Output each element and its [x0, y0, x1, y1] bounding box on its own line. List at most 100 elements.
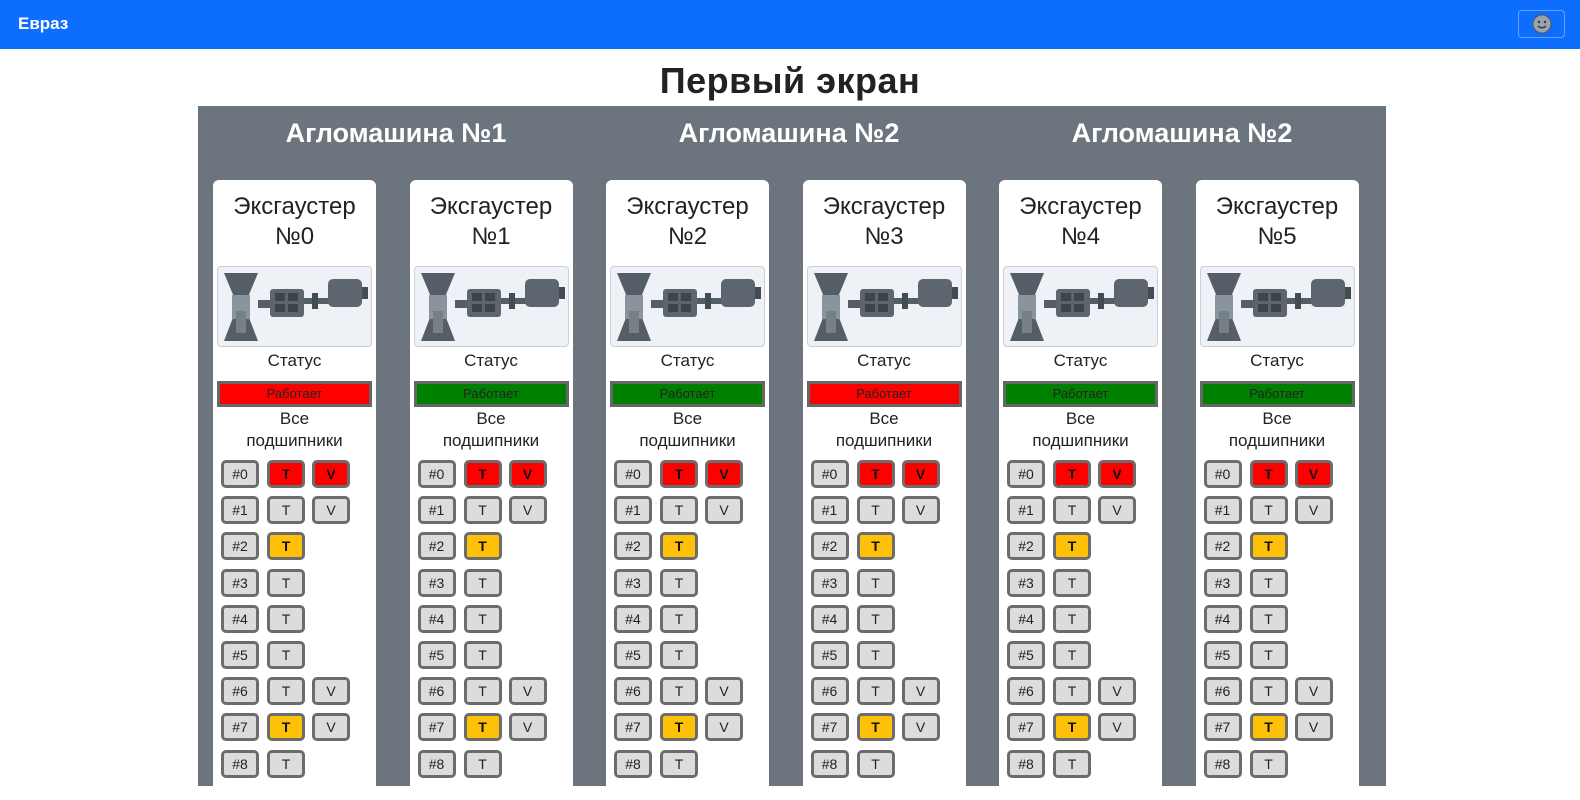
temperature-button[interactable]: T: [1053, 713, 1091, 742]
bearing-number-button[interactable]: #3: [417, 568, 456, 597]
temperature-button[interactable]: T: [463, 640, 502, 669]
vibration-button[interactable]: V: [1294, 496, 1333, 525]
temperature-button[interactable]: T: [856, 532, 895, 561]
bearing-number-button[interactable]: #1: [417, 496, 456, 525]
temperature-button[interactable]: T: [267, 460, 305, 488]
temperature-button[interactable]: T: [660, 749, 698, 778]
bearing-number-button[interactable]: #7: [221, 713, 259, 742]
temperature-button[interactable]: T: [1053, 604, 1091, 633]
temperature-button[interactable]: T: [267, 532, 305, 561]
bearing-number-button[interactable]: #5: [1203, 640, 1242, 669]
temperature-button[interactable]: T: [1249, 677, 1288, 706]
bearing-number-button[interactable]: #0: [221, 460, 259, 488]
bearing-number-button[interactable]: #6: [614, 677, 652, 706]
temperature-button[interactable]: T: [267, 568, 305, 597]
temperature-button[interactable]: T: [660, 532, 698, 561]
bearing-number-button[interactable]: #6: [417, 677, 456, 706]
temperature-button[interactable]: T: [856, 568, 895, 597]
bearing-number-button[interactable]: #6: [221, 677, 259, 706]
bearing-number-button[interactable]: #1: [1203, 496, 1242, 525]
temperature-button[interactable]: T: [463, 677, 502, 706]
vibration-button[interactable]: V: [901, 713, 940, 742]
temperature-button[interactable]: T: [1053, 677, 1091, 706]
brand-link[interactable]: Евраз: [18, 14, 68, 34]
temperature-button[interactable]: T: [463, 604, 502, 633]
bearing-number-button[interactable]: #2: [614, 532, 652, 561]
bearing-number-button[interactable]: #5: [417, 640, 456, 669]
temperature-button[interactable]: T: [1249, 604, 1288, 633]
bearing-number-button[interactable]: #1: [614, 496, 652, 525]
temperature-button[interactable]: T: [1249, 460, 1288, 488]
bearing-number-button[interactable]: #3: [614, 568, 652, 597]
temperature-button[interactable]: T: [1249, 496, 1288, 525]
temperature-button[interactable]: T: [660, 713, 698, 742]
exhauster-card[interactable]: Эксгаустер №5 Статус Работает Все подшипники #…: [1195, 180, 1359, 800]
vibration-button[interactable]: V: [1294, 677, 1333, 706]
vibration-button[interactable]: V: [705, 713, 743, 742]
temperature-button[interactable]: T: [463, 713, 502, 742]
vibration-button[interactable]: V: [901, 460, 940, 488]
vibration-button[interactable]: V: [1294, 460, 1333, 488]
temperature-button[interactable]: T: [267, 640, 305, 669]
bearing-number-button[interactable]: #7: [1203, 713, 1242, 742]
vibration-button[interactable]: V: [312, 460, 350, 488]
bearing-number-button[interactable]: #5: [221, 640, 259, 669]
temperature-button[interactable]: T: [1053, 568, 1091, 597]
vibration-button[interactable]: V: [312, 713, 350, 742]
vibration-button[interactable]: V: [508, 713, 547, 742]
temperature-button[interactable]: T: [1053, 496, 1091, 525]
exhauster-card[interactable]: Эксгаустер №3 Статус Работает Все подшипники #…: [802, 180, 966, 800]
bearing-number-button[interactable]: #2: [221, 532, 259, 561]
bearing-number-button[interactable]: #0: [614, 460, 652, 488]
vibration-button[interactable]: V: [901, 496, 940, 525]
vibration-button[interactable]: V: [508, 460, 547, 488]
bearing-number-button[interactable]: #4: [1203, 604, 1242, 633]
bearing-number-button[interactable]: #7: [1007, 713, 1045, 742]
temperature-button[interactable]: T: [660, 604, 698, 633]
bearing-number-button[interactable]: #0: [810, 460, 849, 488]
bearing-number-button[interactable]: #5: [810, 640, 849, 669]
bearing-number-button[interactable]: #2: [1203, 532, 1242, 561]
bearing-number-button[interactable]: #3: [1007, 568, 1045, 597]
temperature-button[interactable]: T: [856, 604, 895, 633]
temperature-button[interactable]: T: [1053, 460, 1091, 488]
bearing-number-button[interactable]: #8: [1007, 749, 1045, 778]
temperature-button[interactable]: T: [1053, 749, 1091, 778]
temperature-button[interactable]: T: [267, 713, 305, 742]
temperature-button[interactable]: T: [1053, 640, 1091, 669]
temperature-button[interactable]: T: [463, 496, 502, 525]
temperature-button[interactable]: T: [463, 532, 502, 561]
bearing-number-button[interactable]: #1: [221, 496, 259, 525]
vibration-button[interactable]: V: [1098, 713, 1136, 742]
bearing-number-button[interactable]: #2: [1007, 532, 1045, 561]
bearing-number-button[interactable]: #0: [1007, 460, 1045, 488]
temperature-button[interactable]: T: [1249, 568, 1288, 597]
temperature-button[interactable]: T: [267, 749, 305, 778]
bearing-number-button[interactable]: #5: [614, 640, 652, 669]
vibration-button[interactable]: V: [1098, 496, 1136, 525]
temperature-button[interactable]: T: [267, 496, 305, 525]
exhauster-card[interactable]: Эксгаустер №2 Статус Работает Все подшипники #…: [606, 180, 769, 800]
temperature-button[interactable]: T: [856, 460, 895, 488]
bearing-number-button[interactable]: #7: [417, 713, 456, 742]
vibration-button[interactable]: V: [705, 677, 743, 706]
vibration-button[interactable]: V: [901, 677, 940, 706]
vibration-button[interactable]: V: [312, 496, 350, 525]
temperature-button[interactable]: T: [660, 460, 698, 488]
temperature-button[interactable]: T: [660, 568, 698, 597]
bearing-number-button[interactable]: #6: [1007, 677, 1045, 706]
bearing-number-button[interactable]: #8: [810, 749, 849, 778]
bearing-number-button[interactable]: #2: [417, 532, 456, 561]
temperature-button[interactable]: T: [1249, 713, 1288, 742]
temperature-button[interactable]: T: [856, 713, 895, 742]
bearing-number-button[interactable]: #1: [810, 496, 849, 525]
temperature-button[interactable]: T: [463, 568, 502, 597]
vibration-button[interactable]: V: [1294, 713, 1333, 742]
temperature-button[interactable]: T: [1249, 532, 1288, 561]
temperature-button[interactable]: T: [267, 677, 305, 706]
bearing-number-button[interactable]: #8: [614, 749, 652, 778]
temperature-button[interactable]: T: [856, 749, 895, 778]
user-menu-button[interactable]: [1518, 10, 1565, 38]
vibration-button[interactable]: V: [508, 677, 547, 706]
bearing-number-button[interactable]: #8: [417, 749, 456, 778]
